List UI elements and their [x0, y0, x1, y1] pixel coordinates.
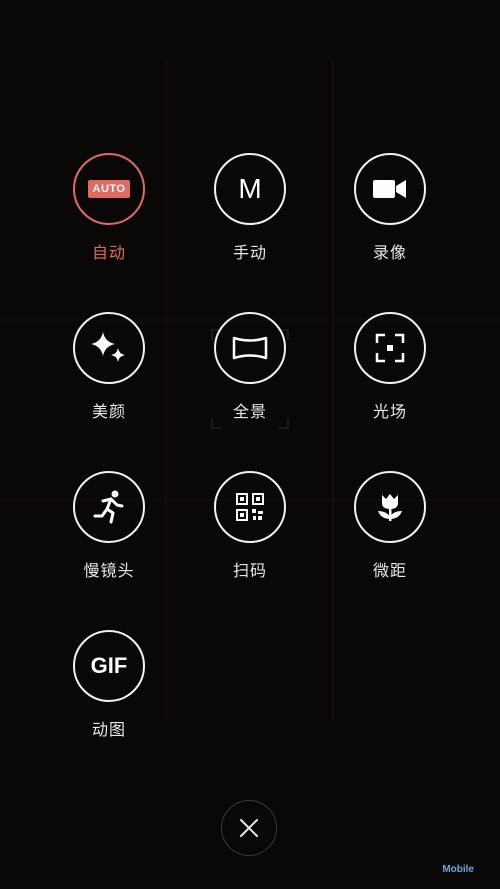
- mode-auto[interactable]: AUTO 自动: [54, 153, 164, 273]
- mode-slowmo-ring: [73, 471, 145, 543]
- panorama-icon: [232, 336, 268, 360]
- mode-lightfield-ring: [354, 312, 426, 384]
- video-camera-icon: [373, 180, 406, 198]
- mode-gif-ring: GIF: [73, 630, 145, 702]
- mode-auto-ring: AUTO: [73, 153, 145, 225]
- running-person-icon: [93, 490, 124, 524]
- flower-icon: [378, 494, 402, 521]
- mode-auto-label: 自动: [91, 243, 126, 262]
- mode-macro[interactable]: 微距: [335, 471, 445, 591]
- mode-gif-label: 动图: [91, 720, 126, 739]
- auto-badge-icon: AUTO: [87, 180, 131, 198]
- mode-video-ring: [354, 153, 426, 225]
- mode-video[interactable]: 录像: [335, 153, 445, 273]
- mode-manual-ring: M: [214, 153, 286, 225]
- watermark-logo: Mobile: [442, 864, 474, 875]
- mode-lightfield-label: 光场: [372, 402, 407, 421]
- mode-slowmo-label: 慢镜头: [83, 561, 135, 580]
- sparkle-icon: [91, 332, 125, 362]
- mode-panorama-label: 全景: [232, 402, 267, 421]
- mode-panorama[interactable]: 全景: [195, 312, 305, 432]
- mode-gif[interactable]: GIF 动图: [54, 630, 164, 750]
- mode-macro-ring: [354, 471, 426, 543]
- mode-lightfield[interactable]: 光场: [335, 312, 445, 432]
- mode-beauty[interactable]: 美颜: [54, 312, 164, 432]
- m-letter-icon: M: [238, 173, 262, 204]
- mode-scan-label: 扫码: [232, 561, 267, 580]
- qr-code-icon: [236, 493, 264, 521]
- close-button[interactable]: [221, 800, 277, 856]
- mode-beauty-ring: [73, 312, 145, 384]
- close-icon: [240, 819, 258, 837]
- mode-beauty-label: 美颜: [91, 402, 126, 421]
- mode-scan-ring: [214, 471, 286, 543]
- mode-manual-label: 手动: [232, 243, 267, 262]
- mode-video-label: 录像: [372, 243, 407, 262]
- focus-frame-icon: [375, 333, 405, 363]
- camera-mode-grid: AUTO 自动 M 手动 录像 美颜 全景 光场 慢镜头 扫码 微距 GIF 动…: [0, 0, 500, 889]
- gif-text-icon: GIF: [90, 653, 128, 678]
- mode-scan[interactable]: 扫码: [195, 471, 305, 591]
- mode-macro-label: 微距: [372, 561, 407, 580]
- mode-panorama-ring: [214, 312, 286, 384]
- mode-manual[interactable]: M 手动: [195, 153, 305, 273]
- mode-slowmo[interactable]: 慢镜头: [54, 471, 164, 591]
